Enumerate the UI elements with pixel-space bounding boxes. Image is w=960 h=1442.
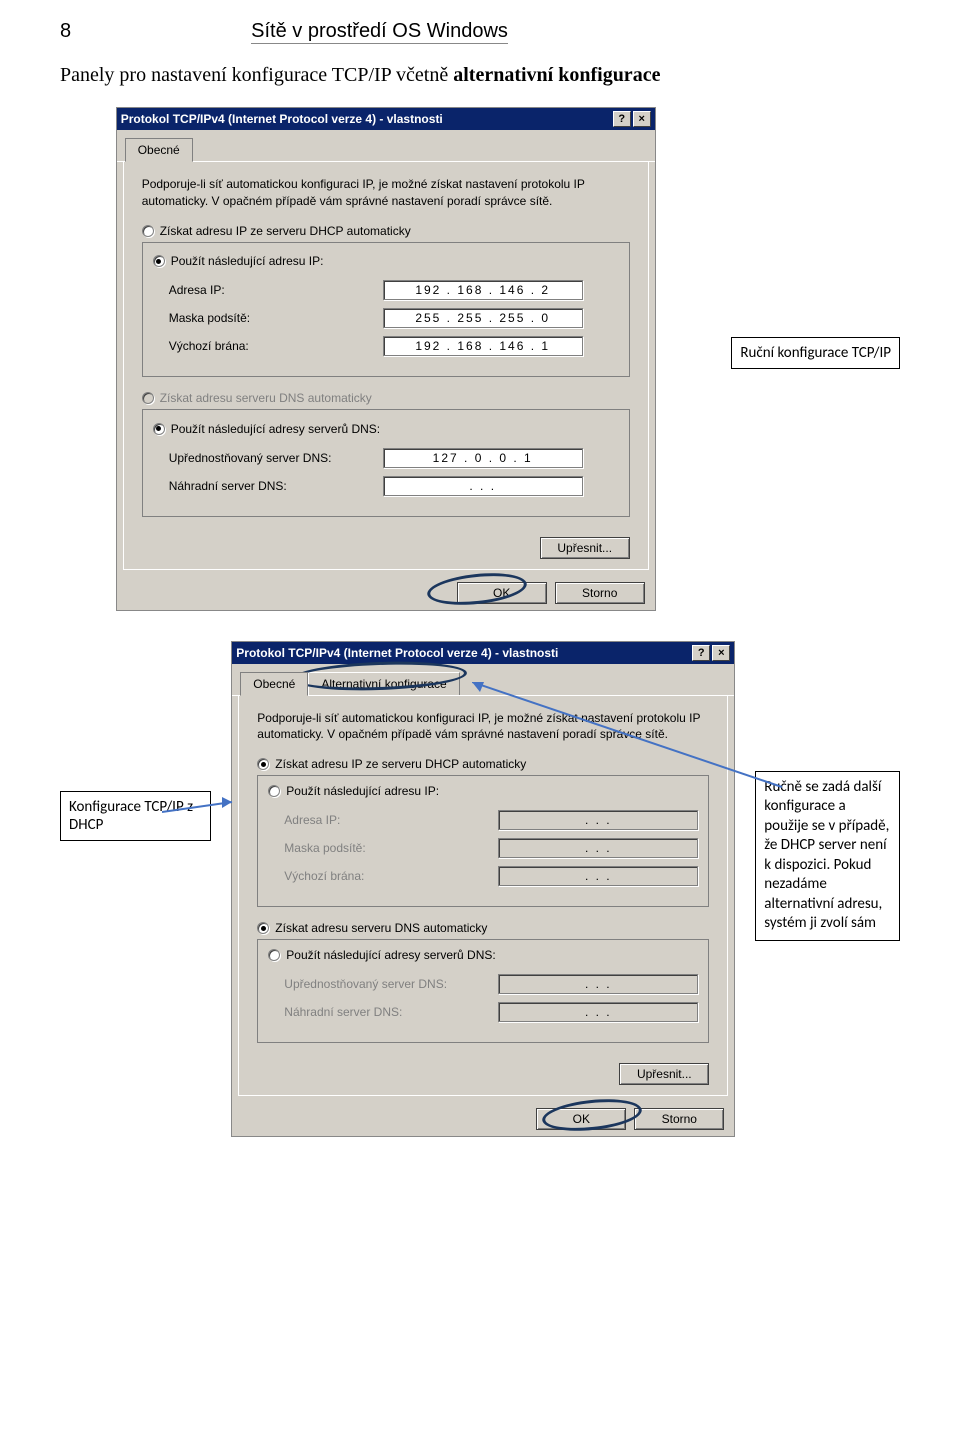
radio-ip-auto-label: Získat adresu IP ze serveru DHCP automat… bbox=[275, 757, 526, 771]
input-mask: . . . bbox=[498, 838, 698, 858]
radio-ip-manual-label: Použít následující adresu IP: bbox=[171, 254, 324, 268]
radio-ip-manual[interactable]: Použít následující adresu IP: bbox=[268, 784, 445, 798]
ok-button[interactable]: OK bbox=[457, 582, 547, 604]
input-dns2[interactable]: . . . bbox=[383, 476, 583, 496]
label-ip: Adresa IP: bbox=[268, 813, 498, 827]
page-header: Sítě v prostředí OS Windows bbox=[251, 20, 508, 44]
radio-ip-auto[interactable]: Získat adresu IP ze serveru DHCP automat… bbox=[142, 224, 630, 238]
label-gateway: Výchozí brána: bbox=[268, 869, 498, 883]
close-button[interactable]: × bbox=[712, 645, 730, 661]
window-title: Protokol TCP/IPv4 (Internet Protocol ver… bbox=[236, 646, 690, 660]
label-dns2: Náhradní server DNS: bbox=[153, 479, 383, 493]
label-gateway: Výchozí brána: bbox=[153, 339, 383, 353]
label-dns2: Náhradní server DNS: bbox=[268, 1005, 498, 1019]
advanced-button[interactable]: Upřesnit... bbox=[619, 1063, 709, 1085]
dialog-buttons: OK Storno bbox=[117, 576, 655, 610]
input-gateway: . . . bbox=[498, 866, 698, 886]
help-button[interactable]: ? bbox=[613, 111, 631, 127]
radio-icon bbox=[268, 949, 280, 961]
label-dns1: Upřednostňovaný server DNS: bbox=[153, 451, 383, 465]
radio-dns-auto-label: Získat adresu serveru DNS automaticky bbox=[160, 391, 372, 405]
tcpip-dialog-2: Protokol TCP/IPv4 (Internet Protocol ver… bbox=[231, 641, 735, 1138]
input-ip: . . . bbox=[498, 810, 698, 830]
advanced-button[interactable]: Upřesnit... bbox=[540, 537, 630, 559]
radio-ip-manual[interactable]: Použít následující adresu IP: bbox=[153, 254, 330, 268]
radio-icon bbox=[142, 225, 154, 237]
radio-icon bbox=[268, 785, 280, 797]
radio-icon bbox=[257, 922, 269, 934]
input-gateway[interactable]: 192 . 168 . 146 . 1 bbox=[383, 336, 583, 356]
label-mask: Maska podsítě: bbox=[153, 311, 383, 325]
titlebar[interactable]: Protokol TCP/IPv4 (Internet Protocol ver… bbox=[232, 642, 734, 664]
radio-icon bbox=[153, 423, 165, 435]
input-ip[interactable]: 192 . 168 . 146 . 2 bbox=[383, 280, 583, 300]
ip-group: Použít následující adresu IP: Adresa IP:… bbox=[142, 242, 630, 378]
radio-dns-manual-label: Použít následující adresy serverů DNS: bbox=[171, 422, 380, 436]
label-mask: Maska podsítě: bbox=[268, 841, 498, 855]
close-button[interactable]: × bbox=[633, 111, 651, 127]
dialog-description: Podporuje-li síť automatickou konfigurac… bbox=[257, 710, 709, 744]
radio-dns-auto-label: Získat adresu serveru DNS automaticky bbox=[275, 921, 487, 935]
cancel-button[interactable]: Storno bbox=[555, 582, 645, 604]
tab-alt-config[interactable]: Alternativní konfigurace bbox=[308, 672, 459, 695]
radio-ip-manual-label: Použít následující adresu IP: bbox=[286, 784, 439, 798]
ok-button[interactable]: OK bbox=[536, 1108, 626, 1130]
callout-dhcp: Konfigurace TCP/IP z DHCP bbox=[60, 791, 211, 841]
radio-dns-auto: Získat adresu serveru DNS automaticky bbox=[142, 391, 630, 405]
radio-icon bbox=[142, 392, 154, 404]
intro-text: Panely pro nastavení konfigurace TCP/IP … bbox=[60, 64, 900, 87]
window-title: Protokol TCP/IPv4 (Internet Protocol ver… bbox=[121, 112, 611, 126]
radio-dns-manual-label: Použít následující adresy serverů DNS: bbox=[286, 948, 495, 962]
tab-general[interactable]: Obecné bbox=[240, 672, 308, 696]
radio-ip-auto-label: Získat adresu IP ze serveru DHCP automat… bbox=[160, 224, 411, 238]
radio-icon bbox=[257, 758, 269, 770]
dns-group: Použít následující adresy serverů DNS: U… bbox=[142, 409, 630, 517]
input-dns2: . . . bbox=[498, 1002, 698, 1022]
input-mask[interactable]: 255 . 255 . 255 . 0 bbox=[383, 308, 583, 328]
callout-manual: Ruční konfigurace TCP/IP bbox=[731, 337, 900, 369]
help-button[interactable]: ? bbox=[692, 645, 710, 661]
radio-ip-auto[interactable]: Získat adresu IP ze serveru DHCP automat… bbox=[257, 757, 709, 771]
intro-bold: alternativní konfigurace bbox=[453, 64, 660, 86]
input-dns1: . . . bbox=[498, 974, 698, 994]
dialog-description: Podporuje-li síť automatickou konfigurac… bbox=[142, 176, 630, 210]
intro-prefix: Panely pro nastavení konfigurace TCP/IP … bbox=[60, 64, 453, 86]
radio-icon bbox=[153, 255, 165, 267]
input-dns1[interactable]: 127 . 0 . 0 . 1 bbox=[383, 448, 583, 468]
ip-group: Použít následující adresu IP: Adresa IP:… bbox=[257, 775, 709, 907]
tabstrip: Obecné bbox=[117, 130, 655, 162]
radio-dns-manual[interactable]: Použít následující adresy serverů DNS: bbox=[268, 948, 501, 962]
titlebar[interactable]: Protokol TCP/IPv4 (Internet Protocol ver… bbox=[117, 108, 655, 130]
radio-dns-auto[interactable]: Získat adresu serveru DNS automaticky bbox=[257, 921, 709, 935]
tab-general[interactable]: Obecné bbox=[125, 138, 193, 162]
callout-alt: Ručně se zadá další konfigurace a použij… bbox=[755, 771, 900, 941]
cancel-button[interactable]: Storno bbox=[634, 1108, 724, 1130]
label-ip: Adresa IP: bbox=[153, 283, 383, 297]
dialog-buttons: OK Storno bbox=[232, 1102, 734, 1136]
tcpip-dialog-1: Protokol TCP/IPv4 (Internet Protocol ver… bbox=[116, 107, 656, 611]
page-number: 8 bbox=[60, 20, 71, 43]
radio-dns-manual[interactable]: Použít následující adresy serverů DNS: bbox=[153, 422, 386, 436]
tabstrip: Obecné Alternativní konfigurace bbox=[232, 664, 734, 696]
dns-group: Použít následující adresy serverů DNS: U… bbox=[257, 939, 709, 1043]
label-dns1: Upřednostňovaný server DNS: bbox=[268, 977, 498, 991]
